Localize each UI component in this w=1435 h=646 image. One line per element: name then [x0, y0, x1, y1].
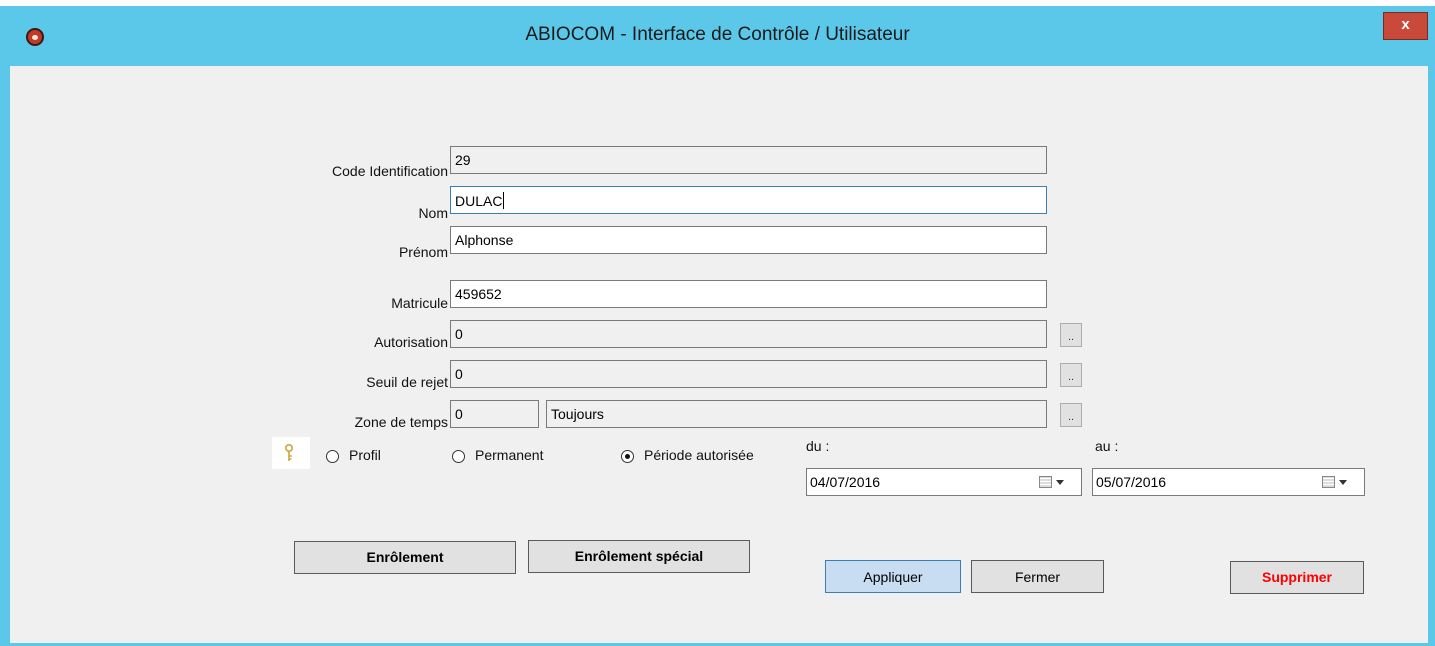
code-identification-label: Code Identification [332, 163, 448, 179]
supprimer-button[interactable]: Supprimer [1230, 561, 1364, 594]
close-button[interactable]: x [1383, 12, 1428, 40]
radio-profil-label: Profil [349, 447, 381, 463]
radio-periode-autorisee-label: Période autorisée [644, 447, 754, 463]
appliquer-button[interactable]: Appliquer [825, 560, 961, 593]
zone-temps-id-field: 0 [450, 400, 539, 428]
text-caret [503, 192, 505, 209]
matricule-input[interactable]: 459652 [450, 280, 1047, 308]
nom-value: DULAC [455, 193, 503, 209]
zone-temps-browse-button[interactable]: .. [1060, 403, 1082, 427]
autorisation-browse-button[interactable]: .. [1060, 323, 1082, 347]
prenom-input[interactable]: Alphonse [450, 226, 1047, 254]
radio-profil[interactable] [326, 450, 339, 463]
date-du-picker[interactable]: 04/07/2016 [806, 468, 1082, 496]
key-icon-box [272, 437, 310, 469]
date-au-value: 05/07/2016 [1096, 474, 1167, 490]
fermer-button[interactable]: Fermer [971, 560, 1104, 593]
date-du-value: 04/07/2016 [810, 474, 881, 490]
au-label: au : [1095, 438, 1119, 454]
calendar-icon[interactable] [1039, 476, 1052, 488]
seuil-rejet-field: 0 [450, 360, 1047, 388]
prenom-label: Prénom [398, 244, 448, 260]
matricule-label: Matricule [391, 295, 448, 311]
enrolement-button[interactable]: Enrôlement [294, 541, 516, 574]
nom-input[interactable]: DULAC [450, 186, 1047, 214]
radio-periode-autorisee[interactable] [621, 450, 634, 463]
nom-label: Nom [418, 205, 448, 221]
title-bar[interactable]: ABIOCOM - Interface de Contrôle / Utilis… [0, 6, 1435, 68]
code-identification-field: 29 [450, 146, 1047, 174]
zone-temps-name-field: Toujours [546, 400, 1047, 428]
autorisation-label: Autorisation [374, 334, 448, 350]
dropdown-arrow-icon[interactable] [1056, 480, 1064, 485]
radio-permanent[interactable] [452, 450, 465, 463]
zone-temps-label: Zone de temps [354, 414, 448, 430]
enrolement-special-button[interactable]: Enrôlement spécial [528, 540, 750, 573]
key-icon [285, 444, 293, 461]
seuil-rejet-label: Seuil de rejet [366, 374, 448, 390]
calendar-icon[interactable] [1322, 476, 1335, 488]
du-label: du : [806, 438, 830, 454]
seuil-rejet-browse-button[interactable]: .. [1060, 363, 1082, 387]
window-title: ABIOCOM - Interface de Contrôle / Utilis… [525, 24, 910, 45]
dropdown-arrow-icon[interactable] [1339, 480, 1347, 485]
date-au-picker[interactable]: 05/07/2016 [1092, 468, 1365, 496]
form-panel: Code Identification 29 Nom DULAC Prénom … [10, 66, 1428, 643]
radio-permanent-label: Permanent [475, 447, 544, 463]
app-window: ABIOCOM - Interface de Contrôle / Utilis… [0, 6, 1435, 646]
autorisation-field: 0 [450, 320, 1047, 348]
